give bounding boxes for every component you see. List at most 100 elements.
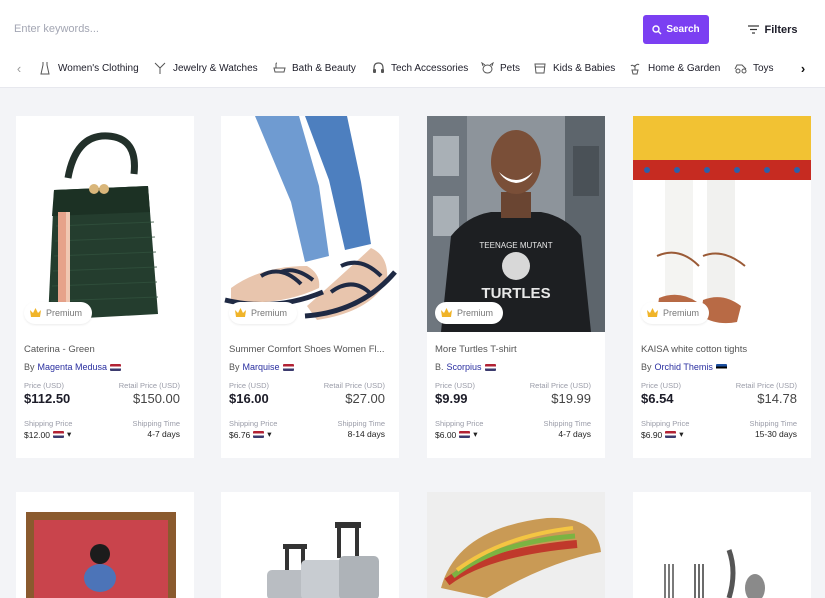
category-label: Jewelry & Watches — [173, 62, 258, 74]
product-card[interactable]: Premium Caterina - Green By Magenta Medu… — [16, 116, 194, 458]
category-jewelry-watches[interactable]: Jewelry & Watches — [153, 59, 258, 77]
seller-link[interactable]: Scorpius — [447, 362, 482, 372]
flag-icon — [110, 363, 122, 371]
category-label: Women's Clothing — [58, 62, 139, 74]
flag-icon — [459, 431, 471, 438]
caret-down-icon: ▾ — [267, 429, 272, 439]
premium-badge: Premium — [229, 302, 298, 324]
category-label: Kids & Babies — [553, 62, 616, 74]
svg-text:TURTLES: TURTLES — [481, 285, 550, 302]
category-bar: ‹ Women's Clothing Jewelry & Watches Bat… — [0, 56, 825, 80]
category-toys[interactable]: Toys — [733, 59, 774, 77]
seller-link[interactable]: Magenta Medusa — [38, 362, 108, 372]
bath-icon — [272, 61, 286, 75]
flag-icon — [282, 363, 294, 371]
price-label: Price (USD) — [435, 381, 476, 390]
product-image[interactable] — [633, 116, 811, 332]
price-label: Price (USD) — [229, 381, 270, 390]
premium-label: Premium — [663, 308, 700, 318]
premium-badge: Premium — [435, 302, 504, 324]
shipping-label: Shipping Price — [229, 419, 278, 428]
shipping-selector[interactable]: $12.00 ▾ — [24, 429, 71, 440]
retail-label: Retail Price (USD) — [323, 381, 385, 390]
shipping-selector[interactable]: $6.90 ▾ — [641, 429, 684, 440]
product-image[interactable] — [221, 492, 399, 598]
category-label: Tech Accessories — [391, 62, 469, 74]
product-card[interactable] — [221, 492, 399, 598]
category-home-garden[interactable]: Home & Garden — [628, 59, 720, 77]
chevron-left-icon[interactable]: ‹ — [8, 57, 30, 79]
category-label: Bath & Beauty — [292, 62, 356, 74]
product-title[interactable]: Summer Comfort Shoes Women Fl... — [229, 344, 391, 355]
category-label: Home & Garden — [648, 62, 721, 74]
shipping-days: 15-30 days — [754, 429, 797, 439]
product-title[interactable]: More Turtles T-shirt — [435, 344, 597, 355]
shipping-days: 8-14 days — [347, 429, 385, 439]
product-title[interactable]: KAISA white cotton tights — [641, 344, 803, 355]
retail-value: $27.00 — [345, 391, 385, 406]
retail-label: Retail Price (USD) — [529, 381, 591, 390]
caret-down-icon: ▾ — [679, 429, 684, 439]
toy-icon — [733, 61, 747, 75]
crown-icon — [647, 307, 658, 319]
product-card[interactable]: TEENAGE MUTANT TURTLES Premium More Turt… — [427, 116, 605, 458]
shipping-label: Shipping Price — [641, 419, 690, 428]
shipping-time-label: Shipping Time — [337, 419, 385, 428]
shipping-days: 4-7 days — [558, 429, 591, 439]
product-image[interactable]: TEENAGE MUTANT TURTLES — [427, 116, 605, 332]
seller-link[interactable]: Marquise — [243, 362, 280, 372]
filter-icon — [748, 25, 760, 34]
product-image[interactable] — [633, 492, 811, 598]
search-button-label: Search — [666, 24, 700, 35]
product-card[interactable] — [16, 492, 194, 598]
retail-label: Retail Price (USD) — [735, 381, 797, 390]
crown-icon — [441, 307, 452, 319]
filters-button[interactable]: Filters — [742, 15, 804, 44]
flag-icon — [253, 431, 265, 438]
product-card[interactable]: Premium KAISA white cotton tights By Orc… — [633, 116, 811, 458]
shipping-price: $6.00 — [435, 429, 457, 440]
product-card[interactable]: Premium Summer Comfort Shoes Women Fl...… — [221, 116, 399, 458]
dress-icon — [38, 61, 52, 75]
plant-icon — [628, 61, 642, 75]
shipping-selector[interactable]: $6.76 ▾ — [229, 429, 272, 440]
retail-value: $19.99 — [551, 391, 591, 406]
category-womens-clothing[interactable]: Women's Clothing — [38, 59, 139, 77]
by-label: B. — [435, 362, 444, 372]
search-input[interactable] — [14, 16, 634, 42]
chevron-right-icon[interactable]: › — [792, 57, 814, 79]
by-label: By — [24, 362, 35, 372]
product-image[interactable] — [16, 492, 194, 598]
flag-icon — [715, 363, 727, 371]
shipping-price: $6.90 — [641, 429, 663, 440]
top-bar: Search Filters ‹ Women's Clothing Jewelr… — [0, 0, 825, 88]
by-label: By — [229, 362, 240, 372]
shipping-selector[interactable]: $6.00 ▾ — [435, 429, 478, 440]
category-tech-accessories[interactable]: Tech Accessories — [371, 59, 468, 77]
pet-icon — [480, 61, 494, 75]
shipping-label: Shipping Price — [24, 419, 73, 428]
product-image[interactable] — [427, 492, 605, 598]
price-value: $6.54 — [641, 391, 674, 406]
seller-link[interactable]: Orchid Themis — [655, 362, 713, 372]
shipping-price: $12.00 — [24, 429, 50, 440]
category-label: Toys — [753, 62, 774, 74]
category-kids-babies[interactable]: Kids & Babies — [533, 59, 615, 77]
category-bath-beauty[interactable]: Bath & Beauty — [272, 59, 356, 77]
flag-icon — [484, 363, 496, 371]
product-title[interactable]: Caterina - Green — [24, 344, 186, 355]
product-image[interactable] — [16, 116, 194, 332]
product-card[interactable] — [633, 492, 811, 598]
shipping-days: 4-7 days — [147, 429, 180, 439]
product-image[interactable] — [221, 116, 399, 332]
search-button[interactable]: Search — [643, 15, 709, 44]
category-pets[interactable]: Pets — [480, 59, 520, 77]
shipping-label: Shipping Price — [435, 419, 484, 428]
product-card[interactable] — [427, 492, 605, 598]
by-label: By — [641, 362, 652, 372]
shipping-time-label: Shipping Time — [749, 419, 797, 428]
premium-label: Premium — [457, 308, 494, 318]
shipping-price: $6.76 — [229, 429, 251, 440]
filters-button-label: Filters — [764, 23, 798, 36]
product-seller: By Marquise — [229, 362, 294, 372]
